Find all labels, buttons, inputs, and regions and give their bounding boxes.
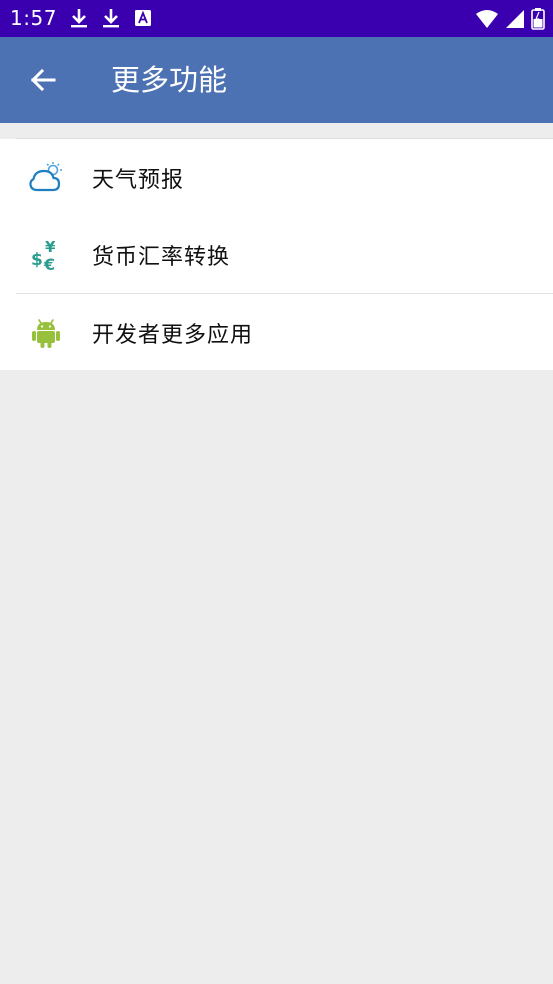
page-title: 更多功能 <box>111 63 228 97</box>
menu-item-label: 开发者更多应用 <box>92 322 254 348</box>
back-button[interactable] <box>22 59 64 101</box>
svg-text:¥: ¥ <box>45 238 56 256</box>
weather-cloud-icon <box>28 160 64 196</box>
menu-item-label: 天气预报 <box>92 167 185 193</box>
menu-item-more-apps[interactable]: 开发者更多应用 <box>0 294 553 371</box>
battery-icon <box>531 8 545 30</box>
wifi-icon <box>476 10 498 28</box>
menu-item-label: 货币汇率转换 <box>92 244 231 270</box>
android-icon <box>28 315 64 351</box>
menu-item-weather[interactable]: 天气预报 <box>0 139 553 216</box>
status-time: 1:57 <box>10 6 57 30</box>
status-notification-icons <box>68 7 154 29</box>
text-a-icon <box>135 10 151 26</box>
svg-text:$: $ <box>31 250 43 270</box>
status-system-icons <box>475 8 545 30</box>
more-features-list: 天气预报 ¥ $ € 货币汇率转换 开发者更多应用 <box>0 139 553 370</box>
status-bar: 1:57 <box>0 0 553 37</box>
currency-exchange-icon: ¥ $ € <box>28 237 64 273</box>
arrow-left-icon <box>30 68 56 92</box>
menu-item-currency-exchange[interactable]: ¥ $ € 货币汇率转换 <box>0 216 553 293</box>
download-icon <box>71 9 87 28</box>
download-icon <box>103 9 119 28</box>
signal-icon <box>506 10 524 28</box>
svg-text:€: € <box>43 255 55 272</box>
app-bar: 更多功能 <box>0 37 553 123</box>
